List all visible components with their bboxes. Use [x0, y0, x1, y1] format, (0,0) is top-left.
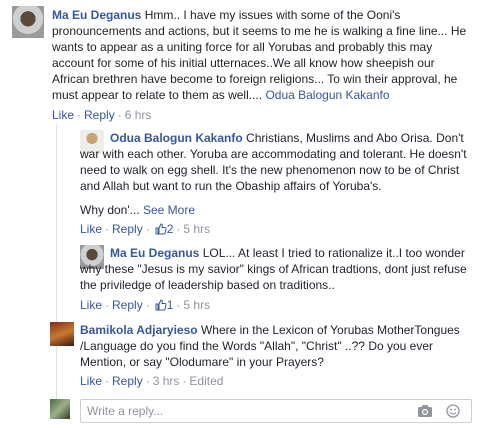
comment-1-text: Hmm.. I have my issues with some of the …: [52, 8, 467, 102]
reply-link[interactable]: Reply: [112, 298, 143, 312]
current-user-avatar: [50, 399, 70, 419]
avatar-ma-eu-deganus[interactable]: [12, 6, 44, 38]
reply-input[interactable]: [81, 400, 413, 422]
reply-link[interactable]: Reply: [84, 108, 115, 122]
timestamp[interactable]: 6 hrs: [125, 108, 152, 122]
comment-4-body: Bamikola Adjaryieso Where in the Lexicon…: [80, 322, 460, 370]
comment-4-actions: Like · Reply · 3 hrs · Edited: [80, 374, 224, 388]
reply-link[interactable]: Reply: [112, 222, 143, 236]
comment-3-body: Ma Eu Deganus LOL... At least I tried to…: [80, 245, 470, 293]
comment-2-more: Why don'... See More: [80, 202, 195, 218]
edited-label[interactable]: Edited: [189, 374, 223, 388]
emoji-icon[interactable]: [445, 404, 461, 418]
timestamp[interactable]: 5 hrs: [183, 222, 210, 236]
thumbs-up-icon[interactable]: [155, 299, 167, 311]
see-more-link[interactable]: See More: [143, 203, 195, 217]
comment-1-author[interactable]: Ma Eu Deganus: [52, 8, 141, 22]
comment-2-actions: Like · Reply · 2 · 5 hrs: [80, 222, 211, 236]
comment-3-author[interactable]: Ma Eu Deganus: [110, 246, 199, 260]
like-link[interactable]: Like: [80, 222, 102, 236]
thumbs-up-icon[interactable]: [155, 223, 167, 235]
comment-4-author[interactable]: Bamikola Adjaryieso: [80, 323, 198, 337]
like-link[interactable]: Like: [52, 108, 74, 122]
truncated-text: Why don'...: [80, 203, 140, 217]
comment-1-actions: Like · Reply · 6 hrs: [52, 108, 152, 122]
comment-2-author[interactable]: Odua Balogun Kakanfo: [110, 131, 243, 145]
timestamp[interactable]: 5 hrs: [183, 298, 210, 312]
comment-1-body: Ma Eu Deganus Hmm.. I have my issues wit…: [52, 7, 472, 103]
comment-3-actions: Like · Reply · 1 · 5 hrs: [80, 298, 211, 312]
like-link[interactable]: Like: [80, 298, 102, 312]
avatar-bamikola-adjaryieso[interactable]: [50, 322, 74, 346]
comment-1-mention[interactable]: Odua Balogun Kakanfo: [265, 88, 389, 102]
comment-2-body: Odua Balogun Kakanfo Christians, Muslims…: [80, 130, 470, 194]
like-link[interactable]: Like: [80, 374, 102, 388]
reply-box[interactable]: [80, 399, 472, 423]
thread-line: [56, 124, 57, 416]
timestamp[interactable]: 3 hrs: [153, 374, 180, 388]
reply-link[interactable]: Reply: [112, 374, 143, 388]
camera-icon[interactable]: [417, 404, 433, 418]
